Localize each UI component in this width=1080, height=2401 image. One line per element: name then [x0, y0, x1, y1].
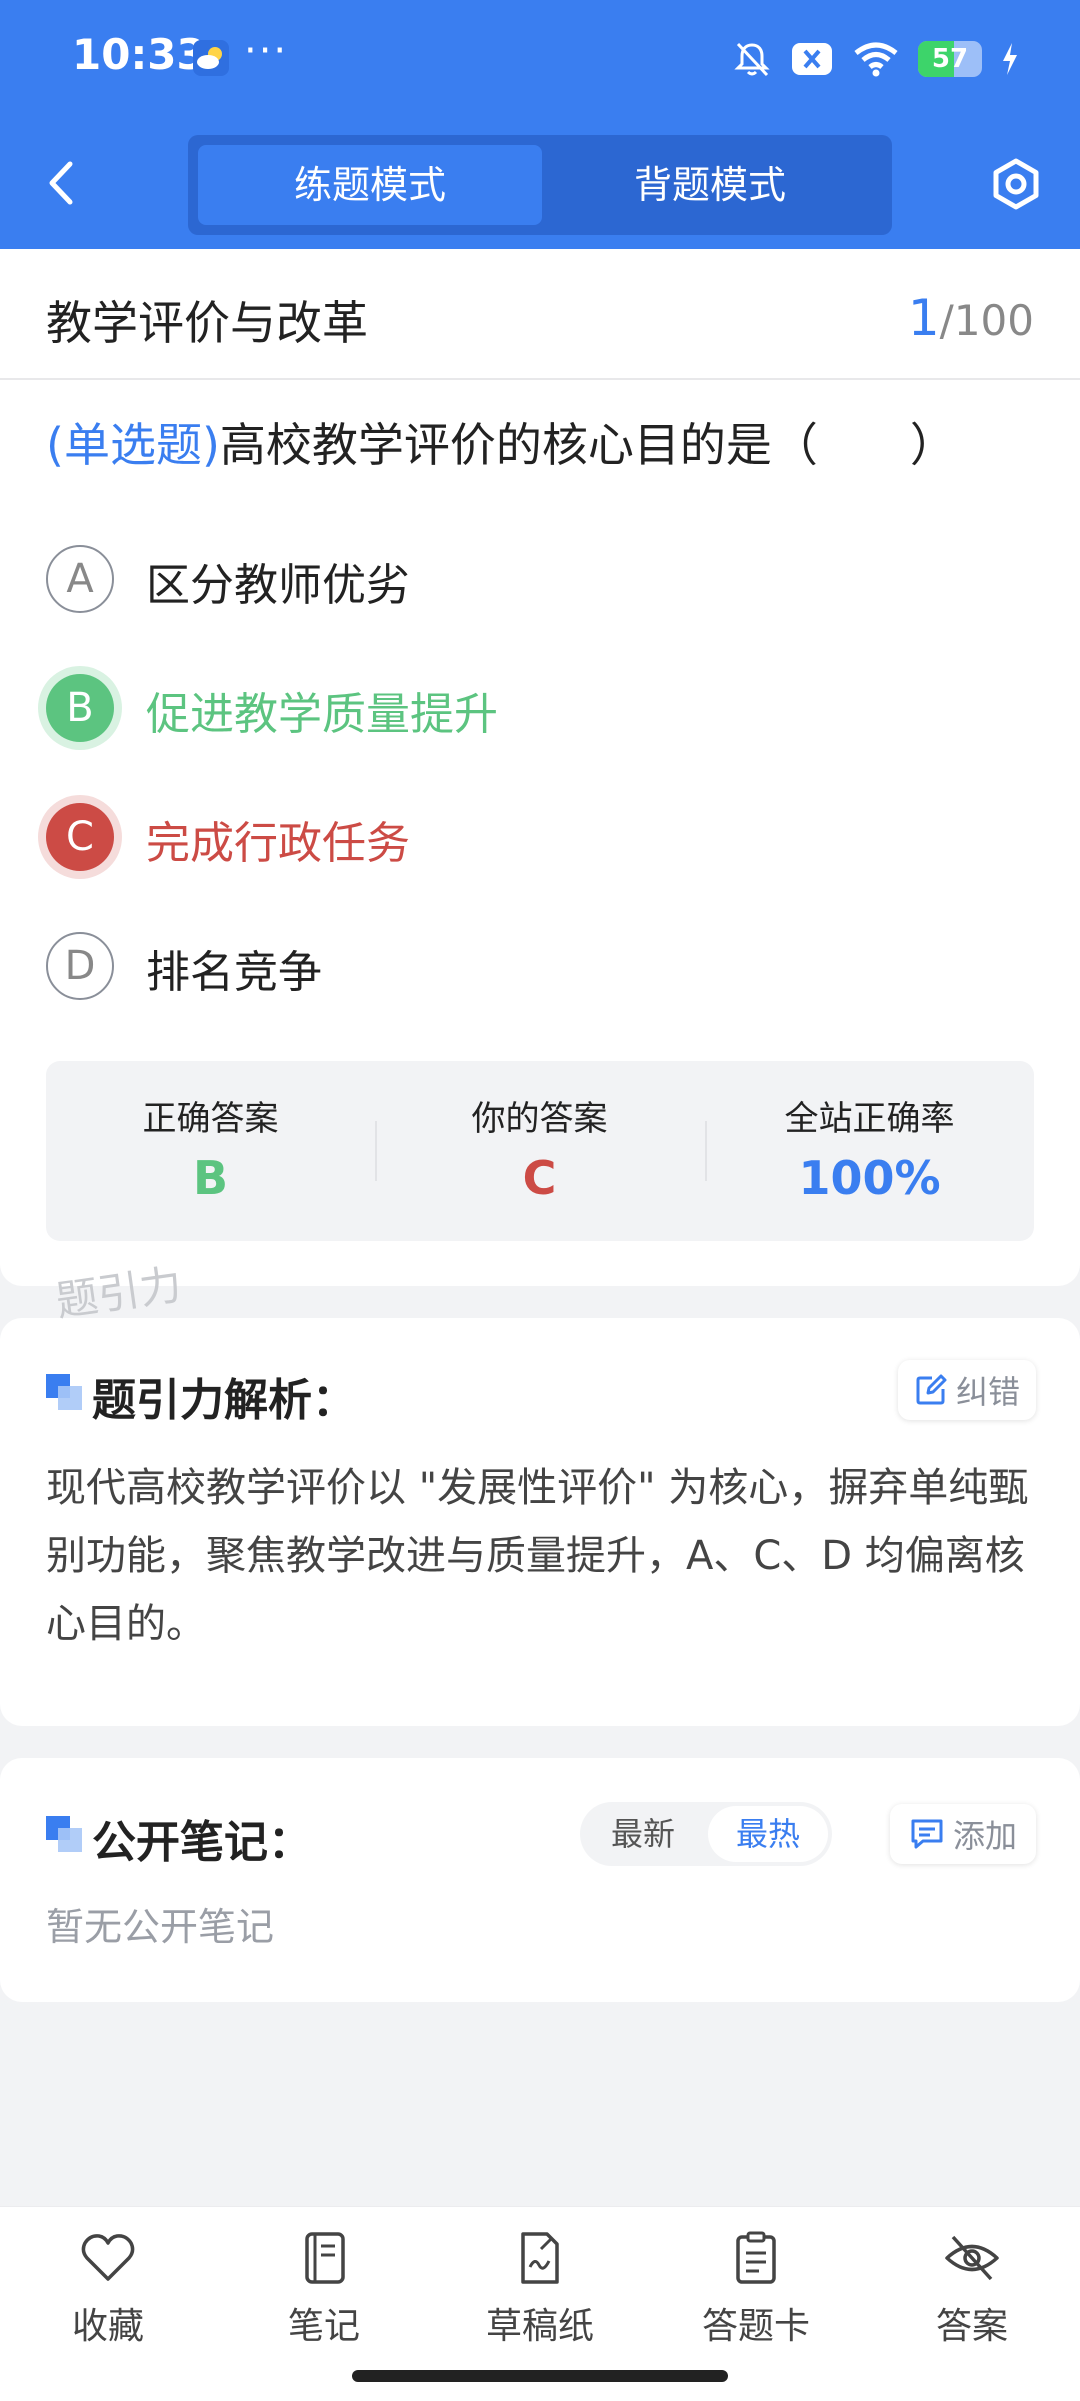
- option-label: 排名竞争: [146, 947, 322, 998]
- divider: [0, 378, 1080, 380]
- notes-sort-toggle: 最新 最热: [580, 1802, 832, 1866]
- option-letter: D: [46, 932, 114, 1000]
- add-note-button[interactable]: 添加: [890, 1804, 1036, 1864]
- your-answer-label: 你的答案: [471, 1099, 608, 1139]
- chevron-left-icon[interactable]: [40, 158, 84, 208]
- current-index: 1: [907, 289, 940, 347]
- charging-icon: [1003, 43, 1017, 75]
- accuracy-rate-value: 100%: [798, 1151, 941, 1205]
- notebook-icon: [305, 2232, 345, 2284]
- option-letter: B: [46, 674, 114, 742]
- correct-answer-value: B: [192, 1151, 229, 1205]
- battery-level: 57: [931, 44, 969, 74]
- correct-answer-label: 正确答案: [142, 1099, 279, 1139]
- question-counter: 1/100: [908, 289, 1034, 347]
- status-more-dots: ···: [244, 28, 289, 74]
- sort-hot[interactable]: 最热: [708, 1806, 828, 1862]
- notes-card: 公开笔记： 最新 最热 添加 暂无公开笔记: [0, 1758, 1080, 2002]
- accuracy-rate-label: 全站正确率: [784, 1099, 955, 1139]
- sort-latest[interactable]: 最新: [580, 1802, 706, 1866]
- option-letter: A: [46, 545, 114, 613]
- option-d[interactable]: D 排名竞争: [46, 928, 1046, 1008]
- option-c[interactable]: C 完成行政任务: [46, 799, 1046, 879]
- question-type: (单选题): [46, 418, 220, 472]
- report-error-button[interactable]: 纠错: [898, 1360, 1036, 1420]
- your-answer-value: C: [522, 1151, 557, 1205]
- analysis-text: 现代高校教学评价以 "发展性评价" 为核心，摒弃单纯甄别功能，聚焦教学改进与质量…: [46, 1465, 1029, 1647]
- app-header: 10:33 ··· 57 练题模式 背题模式: [0, 0, 1080, 249]
- nav-label: 笔记: [287, 2306, 360, 2347]
- nav-show-answer[interactable]: 答案: [864, 2231, 1080, 2361]
- your-answer: 你的答案 C: [375, 1061, 704, 1241]
- status-bar: 10:33 ··· 57: [0, 0, 1080, 118]
- notes-title: 公开笔记：: [92, 1817, 312, 1868]
- nav-favorite[interactable]: 收藏: [0, 2231, 216, 2361]
- close-box-icon: [792, 43, 832, 75]
- nav-label: 收藏: [71, 2306, 144, 2347]
- analysis-title: 题引力解析：: [92, 1375, 356, 1426]
- question-card: 教学评价与改革 1/100 (单选题)高校教学评价的核心目的是（ ） A 区分教…: [0, 249, 1080, 1286]
- question-stem: 高校教学评价的核心目的是（ ）: [219, 418, 956, 472]
- wifi-icon: [854, 42, 898, 77]
- battery-icon: 57: [918, 41, 982, 77]
- weather-icon: [193, 40, 229, 76]
- status-time: 10:33: [72, 30, 206, 79]
- hexagon-gear-icon[interactable]: [990, 158, 1042, 210]
- option-label: 完成行政任务: [146, 818, 410, 869]
- analysis-card: 题引力解析： 纠错 现代高校教学评价以 "发展性评价" 为核心，摒弃单纯甄别功能…: [0, 1318, 1080, 1726]
- section-marker-icon: [46, 1374, 82, 1410]
- nav-label: 答题卡: [701, 2306, 810, 2347]
- empty-notes-text: 暂无公开笔记: [46, 1905, 275, 1949]
- home-indicator[interactable]: [352, 2370, 728, 2382]
- nav-label: 答案: [935, 2306, 1008, 2347]
- option-label: 区分教师优劣: [146, 560, 410, 611]
- correct-answer: 正确答案 B: [46, 1061, 375, 1241]
- total-count: /100: [939, 296, 1034, 345]
- option-b[interactable]: B 促进教学质量提升: [46, 670, 1046, 750]
- nav-notes[interactable]: 笔记: [216, 2231, 432, 2361]
- comment-icon: [911, 1819, 943, 1849]
- draft-paper-icon: [521, 2232, 559, 2284]
- add-note-label: 添加: [952, 1817, 1017, 1855]
- section-marker-icon: [46, 1816, 82, 1852]
- mute-icon: [734, 42, 770, 77]
- tab-memorize-mode[interactable]: 背题模式: [538, 145, 882, 225]
- edit-icon: [916, 1374, 947, 1405]
- accuracy-rate: 全站正确率 100%: [705, 1061, 1034, 1241]
- option-letter: C: [46, 803, 114, 871]
- mode-switch: 练题模式 背题模式: [188, 135, 892, 235]
- question-text: (单选题)高校教学评价的核心目的是（ ）: [46, 409, 1046, 475]
- heart-icon: [81, 2234, 135, 2281]
- nav-answer-sheet[interactable]: 答题卡: [648, 2231, 864, 2361]
- status-icons: 57: [732, 34, 1020, 84]
- nav-draft-paper[interactable]: 草稿纸: [432, 2231, 648, 2361]
- answer-sheet-icon: [736, 2231, 776, 2284]
- report-error-label: 纠错: [955, 1373, 1020, 1411]
- tab-practice-mode[interactable]: 练题模式: [198, 145, 542, 225]
- eye-off-icon: [945, 2235, 999, 2281]
- option-a[interactable]: A 区分教师优劣: [46, 541, 1046, 621]
- chapter-title: 教学评价与改革: [46, 296, 368, 350]
- answer-summary: 正确答案 B 你的答案 C 全站正确率 100%: [46, 1061, 1034, 1241]
- nav-label: 草稿纸: [485, 2306, 594, 2347]
- option-label: 促进教学质量提升: [146, 689, 498, 740]
